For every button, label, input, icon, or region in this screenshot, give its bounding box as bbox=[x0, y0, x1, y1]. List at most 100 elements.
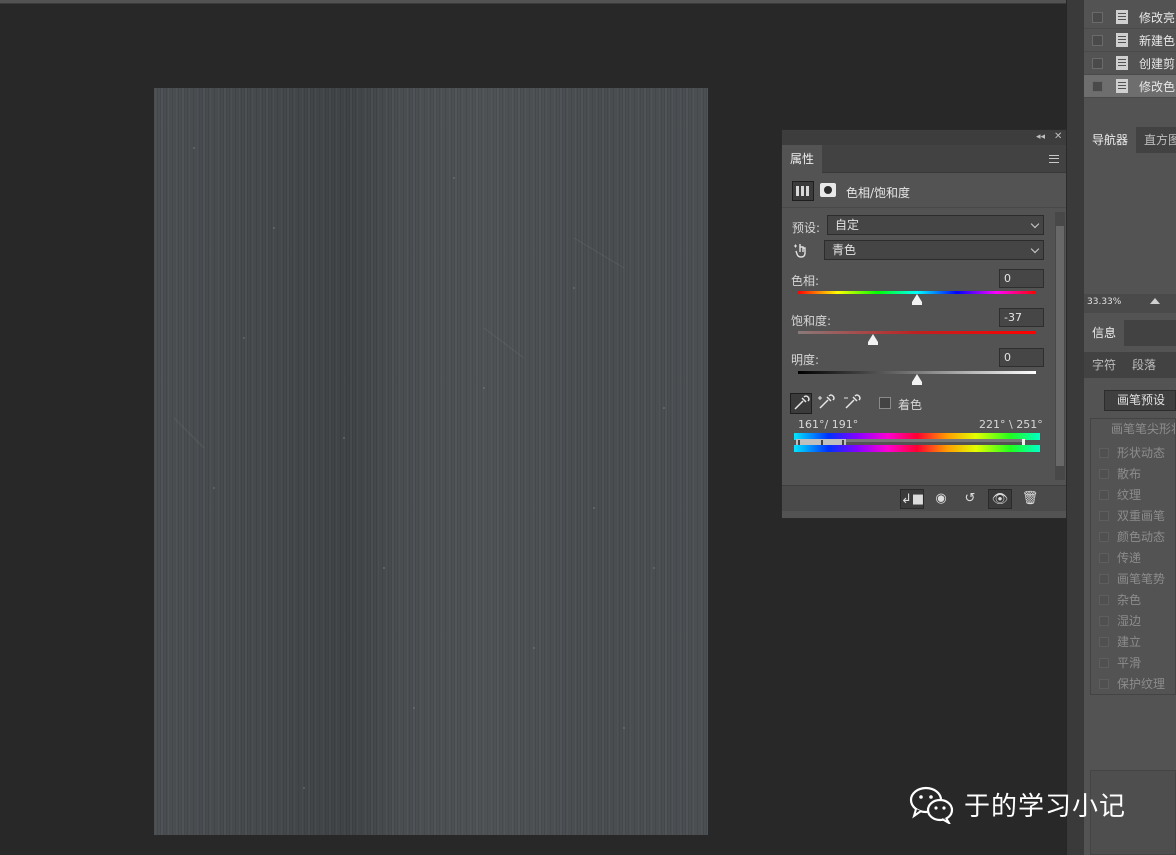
targeted-adjustment-hand-icon[interactable] bbox=[793, 241, 811, 259]
option-checkbox[interactable] bbox=[1099, 573, 1109, 584]
view-previous-icon[interactable]: ◉ bbox=[929, 489, 953, 509]
reset-icon[interactable]: ↺ bbox=[958, 489, 982, 509]
info-tabbar: 信息 bbox=[1084, 320, 1176, 346]
brush-option[interactable]: 杂色 bbox=[1084, 589, 1176, 610]
collapse-icon[interactable]: ◂◂ bbox=[1036, 132, 1045, 142]
hue-input[interactable]: 0 bbox=[999, 269, 1044, 288]
option-label: 颜色动态 bbox=[1117, 530, 1166, 544]
lightness-label: 明度: bbox=[791, 353, 820, 367]
option-checkbox[interactable] bbox=[1099, 447, 1109, 458]
brush-option[interactable]: 形状动态 bbox=[1084, 442, 1176, 463]
brush-option[interactable]: 纹理 bbox=[1084, 484, 1176, 505]
brush-option[interactable]: 传递 bbox=[1084, 547, 1176, 568]
saturation-slider-thumb[interactable] bbox=[867, 334, 878, 345]
eyedropper-plus-icon[interactable] bbox=[816, 393, 838, 414]
zoom-value[interactable]: 33.33% bbox=[1087, 297, 1121, 307]
option-checkbox[interactable] bbox=[1099, 489, 1109, 500]
option-checkbox[interactable] bbox=[1099, 657, 1109, 668]
panel-menu-icon[interactable] bbox=[1049, 155, 1059, 163]
range-line bbox=[846, 439, 1022, 442]
tab-properties[interactable]: 属性 bbox=[782, 145, 822, 173]
eyedropper-icon[interactable] bbox=[790, 393, 812, 414]
history-item-active[interactable]: 修改色 bbox=[1084, 75, 1176, 98]
hue-slider-thumb[interactable] bbox=[912, 294, 922, 305]
history-checkbox[interactable] bbox=[1092, 80, 1103, 92]
history-item[interactable]: 修改亮 bbox=[1084, 6, 1176, 29]
history-checkbox[interactable] bbox=[1092, 57, 1103, 69]
brush-option[interactable]: 双重画笔 bbox=[1084, 505, 1176, 526]
brush-option[interactable]: 平滑 bbox=[1084, 652, 1176, 673]
brush-option[interactable]: 画笔笔势 bbox=[1084, 568, 1176, 589]
history-checkbox[interactable] bbox=[1092, 11, 1103, 23]
tab-navigator[interactable]: 导航器 bbox=[1084, 127, 1137, 153]
document-icon bbox=[1116, 79, 1128, 93]
hue-saturation-adjustment-icon[interactable] bbox=[792, 181, 814, 201]
brush-tip-shape[interactable]: 画笔笔尖形状 bbox=[1090, 418, 1176, 440]
preset-select[interactable]: 自定 bbox=[827, 215, 1044, 235]
lightness-slider-thumb[interactable] bbox=[912, 374, 922, 385]
option-checkbox[interactable] bbox=[1099, 594, 1109, 605]
document-canvas[interactable] bbox=[154, 88, 708, 835]
brush-option[interactable]: 湿边 bbox=[1084, 610, 1176, 631]
colorize-checkbox[interactable] bbox=[879, 397, 891, 409]
tab-paragraph[interactable]: 段落 bbox=[1124, 352, 1164, 378]
history-label: 修改亮 bbox=[1139, 10, 1176, 25]
properties-panel: ◂◂ ✕ 属性 色相/饱和度 预设: 自定 青色 色相: 0 饱和度: -37 … bbox=[781, 129, 1067, 519]
zoom-out-icon[interactable] bbox=[1150, 298, 1160, 304]
option-checkbox[interactable] bbox=[1099, 468, 1109, 479]
delete-icon[interactable]: 🗑 bbox=[1018, 489, 1042, 509]
option-label: 画笔笔势 bbox=[1117, 572, 1166, 586]
history-item[interactable]: 创建剪 bbox=[1084, 52, 1176, 75]
history-label: 创建剪 bbox=[1139, 56, 1176, 71]
history-label: 修改色 bbox=[1139, 79, 1176, 94]
saturation-input[interactable]: -37 bbox=[999, 308, 1044, 327]
brush-preset-button[interactable]: 画笔预设 bbox=[1104, 390, 1176, 411]
eyedropper-minus-icon[interactable] bbox=[842, 393, 864, 414]
right-dock: 修改亮 新建色 创建剪 修改色 导航器 直方图 33.33% 信息 字符 段落 … bbox=[1084, 0, 1176, 855]
preset-label: 预设: bbox=[792, 221, 821, 235]
option-checkbox[interactable] bbox=[1099, 615, 1109, 626]
option-checkbox[interactable] bbox=[1099, 678, 1109, 689]
panel-scrollbar[interactable] bbox=[1055, 212, 1065, 480]
horizontal-ruler bbox=[0, 0, 1066, 4]
lightness-input[interactable]: 0 bbox=[999, 348, 1044, 367]
layer-mask-icon[interactable] bbox=[820, 183, 836, 197]
tab-character[interactable]: 字符 bbox=[1084, 352, 1124, 378]
visibility-eye-icon[interactable]: 👁 bbox=[988, 489, 1012, 509]
panel-titlebar[interactable]: ◂◂ ✕ bbox=[782, 130, 1066, 145]
close-icon[interactable]: ✕ bbox=[1054, 131, 1062, 142]
option-checkbox[interactable] bbox=[1099, 510, 1109, 521]
option-checkbox[interactable] bbox=[1099, 636, 1109, 647]
tab-histogram[interactable]: 直方图 bbox=[1136, 127, 1176, 153]
option-label: 传递 bbox=[1117, 551, 1142, 565]
watermark-text: 于的学习小记 bbox=[964, 791, 1127, 822]
brush-option[interactable]: 建立 bbox=[1084, 631, 1176, 652]
range-right-value: 221° \ 251° bbox=[979, 418, 1043, 431]
texture-noise bbox=[173, 147, 665, 789]
dock-collapse-strip bbox=[1066, 0, 1084, 855]
brush-option[interactable]: 保护纹理 bbox=[1084, 673, 1176, 694]
channel-select[interactable]: 青色 bbox=[824, 240, 1044, 260]
tab-info[interactable]: 信息 bbox=[1084, 320, 1125, 346]
adjustment-header: 色相/饱和度 bbox=[782, 174, 1066, 208]
brush-option[interactable]: 颜色动态 bbox=[1084, 526, 1176, 547]
history-checkbox[interactable] bbox=[1092, 34, 1103, 46]
brush-option[interactable]: 散布 bbox=[1084, 463, 1176, 484]
wechat-logo-icon bbox=[909, 786, 954, 824]
hue-label: 色相: bbox=[791, 274, 820, 288]
document-icon bbox=[1116, 10, 1128, 24]
option-checkbox[interactable] bbox=[1099, 531, 1109, 542]
scrollbar-thumb[interactable] bbox=[1056, 226, 1064, 466]
saturation-slider-track[interactable] bbox=[798, 331, 1036, 334]
properties-tabbar: 属性 bbox=[782, 145, 1066, 173]
document-icon bbox=[1116, 56, 1128, 70]
wechat-watermark: 于的学习小记 bbox=[908, 784, 1126, 824]
option-label: 纹理 bbox=[1117, 488, 1142, 502]
option-checkbox[interactable] bbox=[1099, 552, 1109, 563]
document-icon bbox=[1116, 33, 1128, 47]
history-label: 新建色 bbox=[1139, 33, 1176, 48]
option-label: 杂色 bbox=[1117, 593, 1142, 607]
clip-to-layer-icon[interactable]: ↲■ bbox=[900, 489, 924, 509]
option-label: 建立 bbox=[1117, 635, 1142, 649]
history-item[interactable]: 新建色 bbox=[1084, 29, 1176, 52]
